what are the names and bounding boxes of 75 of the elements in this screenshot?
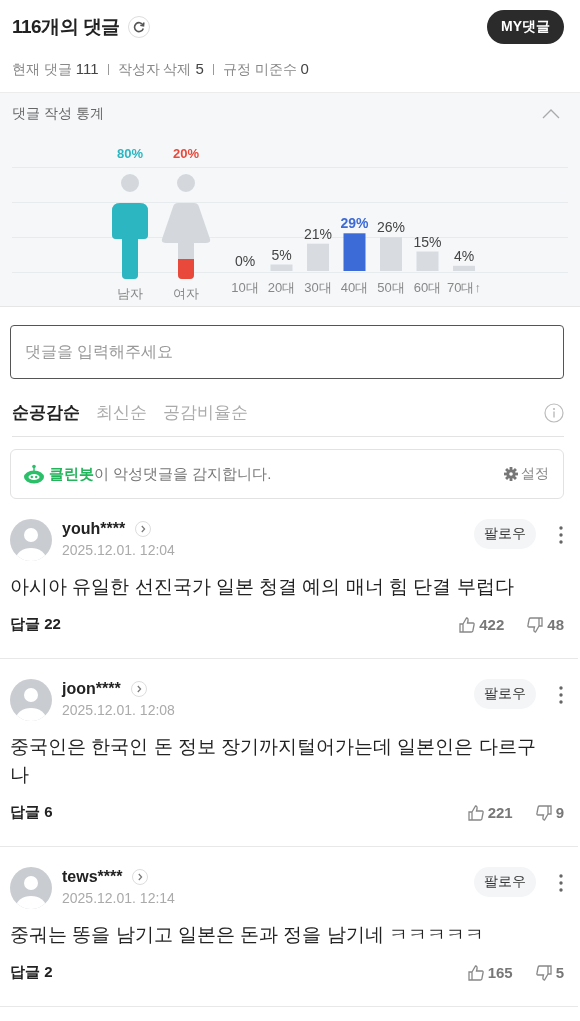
comment-input-field[interactable]: 댓글을 입력해주세요: [10, 325, 564, 379]
thumbs-up-icon: [458, 615, 477, 634]
age-label: 70대↑: [447, 280, 481, 295]
more-options-icon[interactable]: [558, 873, 564, 893]
like-button[interactable]: 165: [466, 963, 513, 982]
follow-button[interactable]: 팔로우: [474, 679, 536, 709]
replies-link[interactable]: 답글 2: [10, 963, 53, 982]
age-bar: [453, 265, 475, 271]
info-icon[interactable]: [544, 402, 564, 423]
age-label: 20대: [267, 280, 296, 295]
settings-button[interactable]: 설정: [504, 465, 549, 483]
like-button[interactable]: 422: [458, 615, 505, 634]
comment-stat: 작성자 삭제 5: [117, 60, 204, 79]
username[interactable]: youh****: [62, 520, 126, 538]
comment-timestamp: 2025.12.01. 12:04: [62, 542, 175, 558]
comment-text: 아시아 유일한 선진국가 일본 청결 예의 매너 힘 단결 부럽다: [10, 575, 515, 599]
thumbs-down-icon: [534, 803, 553, 822]
dislike-button[interactable]: 9: [534, 803, 564, 822]
age-bar: [307, 243, 329, 271]
comment-stat: 현재 댓글 111: [12, 60, 99, 79]
follow-button[interactable]: 팔로우: [474, 519, 536, 549]
cleanbot-notice: 클린봇이 악성댓글을 감지합니다.: [49, 464, 272, 484]
follow-button[interactable]: 팔로우: [474, 867, 536, 897]
username[interactable]: joon****: [62, 680, 121, 698]
statistics-title: 댓글 작성 통계: [12, 105, 104, 123]
percent-label: 29%: [340, 215, 369, 232]
avatar-icon[interactable]: [10, 867, 52, 909]
refresh-icon[interactable]: [127, 16, 150, 38]
percent-label: 4%: [453, 247, 475, 264]
comment-text: 중궈는 똥을 남기고 일본은 돈과 정을 남기네 ㅋㅋㅋㅋㅋ: [10, 923, 485, 947]
percent-label: 80%: [117, 146, 143, 161]
gender-label: 남자: [117, 285, 143, 303]
chevron-up-icon[interactable]: [542, 109, 560, 119]
avatar-icon[interactable]: [10, 519, 52, 561]
comment-count-title: 116개의 댓글: [12, 15, 120, 39]
age-bar: [416, 251, 439, 271]
comment-text: 중국인은 한국인 돈 정보 장기까지털어가는데 일본인은 다르구나: [10, 735, 537, 787]
dislike-button[interactable]: 48: [526, 615, 564, 634]
chevron-right-icon[interactable]: [130, 681, 147, 697]
age-label: 10대: [231, 280, 259, 295]
like-button[interactable]: 221: [466, 803, 513, 822]
percent-label: 26%: [377, 219, 405, 236]
more-options-icon[interactable]: [558, 685, 564, 705]
gear-icon: [504, 467, 518, 481]
age-bar: [270, 264, 293, 271]
age-label: 60대: [413, 280, 442, 295]
age-label: 40대: [340, 280, 369, 295]
username[interactable]: tews****: [62, 868, 123, 886]
more-options-icon[interactable]: [558, 525, 564, 545]
avatar-icon[interactable]: [10, 679, 52, 721]
comment-timestamp: 2025.12.01. 12:08: [62, 702, 175, 718]
my-comments-button[interactable]: MY댓글: [487, 10, 564, 44]
age-label: 50대: [377, 280, 405, 295]
age-label: 30대: [304, 280, 332, 295]
comment-timestamp: 2025.12.01. 12:14: [62, 890, 175, 906]
age-bar: [343, 233, 366, 271]
gender-label: 여자: [173, 285, 199, 303]
percent-label: 5%: [271, 246, 292, 263]
comment-stat: 규정 미준수 0: [222, 60, 309, 79]
replies-link[interactable]: 답글 6: [10, 803, 53, 822]
percent-label: 0%: [234, 253, 256, 269]
replies-link[interactable]: 답글 22: [10, 615, 61, 634]
thumbs-down-icon: [526, 615, 545, 634]
sort-tab[interactable]: 순공감순: [12, 401, 80, 424]
chevron-right-icon[interactable]: [132, 869, 149, 885]
age-bar: [380, 237, 402, 271]
thumbs-up-icon: [466, 963, 485, 982]
percent-label: 20%: [173, 146, 199, 161]
percent-label: 15%: [413, 233, 442, 250]
thumbs-down-icon: [534, 963, 553, 982]
thumbs-up-icon: [466, 803, 485, 822]
dislike-button[interactable]: 5: [534, 963, 564, 982]
robot-icon: [23, 464, 45, 484]
percent-label: 21%: [304, 225, 332, 242]
chevron-right-icon[interactable]: [135, 521, 152, 537]
